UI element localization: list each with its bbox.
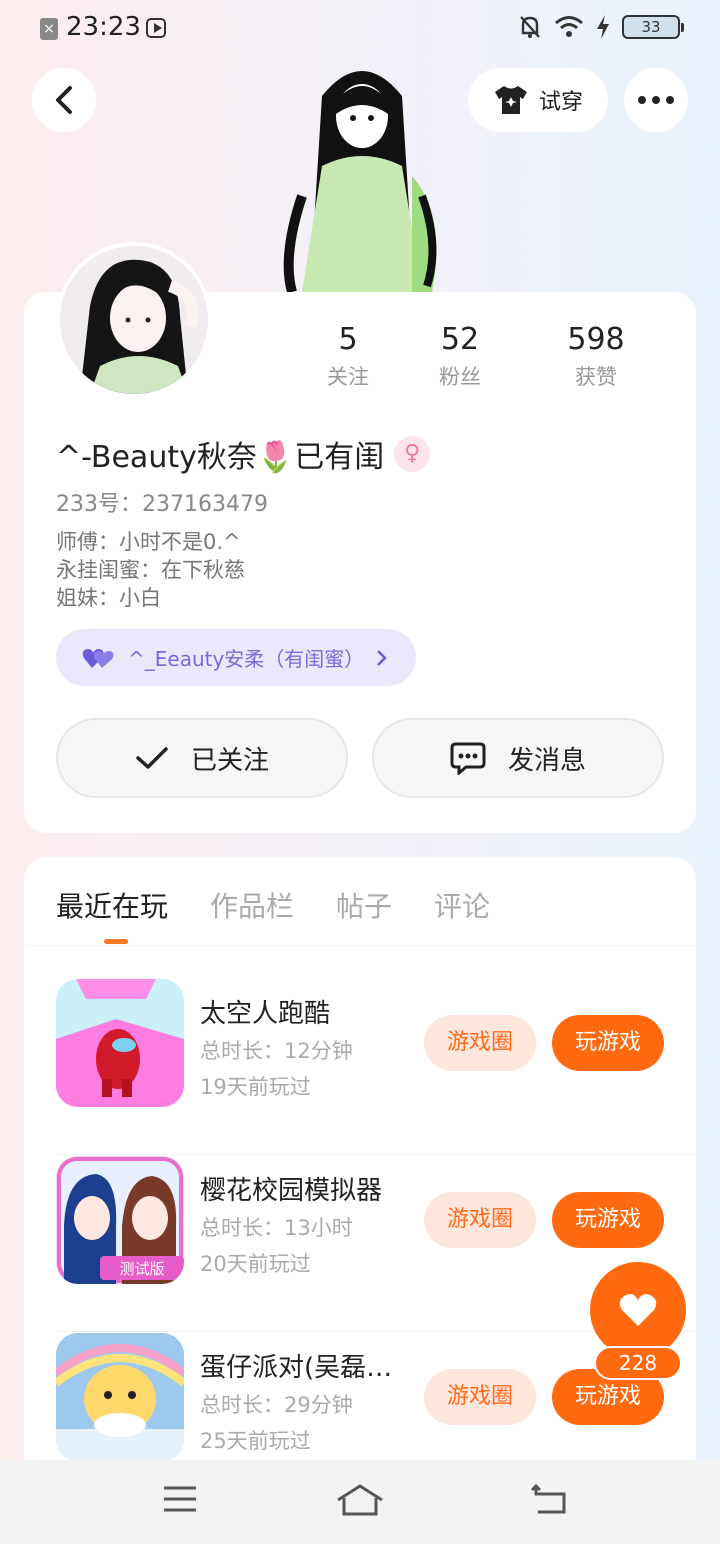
more-icon xyxy=(638,96,674,104)
gender-female-icon: ♀ xyxy=(394,436,431,472)
row-divider xyxy=(56,1154,696,1155)
notification-icon: × xyxy=(40,18,58,40)
send-message-button[interactable]: 发消息 xyxy=(372,718,664,798)
avatar-3d-figure xyxy=(283,71,437,294)
play-game-button[interactable]: 玩游戏 xyxy=(552,1015,664,1071)
following-count: 5 xyxy=(338,322,358,357)
fans-label: 粉丝 xyxy=(439,365,481,389)
menu-icon[interactable] xyxy=(162,1484,198,1514)
likes-label: 获赞 xyxy=(575,365,617,389)
game-duration: 总时长：29分钟 xyxy=(200,1393,353,1417)
game-circle-button[interactable]: 游戏圈 xyxy=(424,1369,536,1425)
stat-fans[interactable]: 52 粉丝 xyxy=(392,322,528,391)
likes-count: 598 xyxy=(567,322,625,357)
stat-likes[interactable]: 598 获赞 xyxy=(528,322,664,391)
back-nav-icon[interactable] xyxy=(530,1484,568,1516)
like-count: 228 xyxy=(594,1346,682,1380)
avatar[interactable] xyxy=(56,242,212,398)
tshirt-icon xyxy=(494,86,527,114)
game-name: 蛋仔派对(吴磊代言) xyxy=(200,1353,400,1383)
tab-posts[interactable]: 帖子 xyxy=(336,885,392,925)
status-time: 23:23 xyxy=(66,12,141,42)
tab-comments[interactable]: 评论 xyxy=(434,885,490,925)
try-on-button[interactable]: 试穿 xyxy=(468,68,608,132)
send-message-label: 发消息 xyxy=(507,745,586,776)
bio-line-bestie: 永挂闺蜜：在下秋慈 xyxy=(56,558,245,582)
tab-recently-played[interactable]: 最近在玩 xyxy=(56,885,168,925)
stat-following[interactable]: 5 关注 xyxy=(304,322,392,391)
following-label: 关注 xyxy=(327,365,369,389)
test-version-badge: 测试版 xyxy=(119,1260,164,1278)
heart-icon xyxy=(619,1294,657,1326)
system-nav-bar xyxy=(0,1460,720,1544)
game-circle-button[interactable]: 游戏圈 xyxy=(424,1015,536,1071)
game-circle-button[interactable]: 游戏圈 xyxy=(424,1192,536,1248)
back-button[interactable] xyxy=(32,68,96,132)
tab-divider xyxy=(24,945,696,946)
chevron-right-icon xyxy=(377,649,388,666)
bio-line-master: 师傅：小时不是0.^ xyxy=(56,530,241,554)
nickname: ^-Beauty秋奈🌷已有闺 ♀ xyxy=(56,432,431,476)
active-tab-indicator xyxy=(104,939,128,944)
battery-indicator: 33 xyxy=(622,15,684,39)
charging-icon xyxy=(597,15,609,39)
bio-line-sister: 姐妹：小白 xyxy=(56,586,161,610)
game-last-played: 25天前玩过 xyxy=(200,1429,311,1453)
double-heart-icon xyxy=(82,648,114,668)
avatar-image xyxy=(60,246,208,394)
chat-bubble-icon xyxy=(450,742,486,775)
game-icon-space-runner xyxy=(56,979,184,1107)
game-duration: 总时长：12分钟 xyxy=(200,1039,353,1063)
profile-tabs: 最近在玩 作品栏 帖子 评论 xyxy=(56,885,490,925)
status-bar: × 23:23 33 xyxy=(0,0,720,56)
wifi-icon xyxy=(555,16,583,37)
game-name: 太空人跑酷 xyxy=(200,999,331,1029)
followed-label: 已关注 xyxy=(190,745,269,776)
home-icon[interactable] xyxy=(336,1484,384,1518)
game-last-played: 19天前玩过 xyxy=(200,1075,311,1099)
game-icon-eggy-party xyxy=(56,1333,184,1461)
fans-count: 52 xyxy=(440,322,480,357)
check-icon xyxy=(136,747,168,769)
like-button[interactable] xyxy=(590,1262,686,1358)
bestie-label: ^_Eeauty安柔（有闺蜜） xyxy=(128,647,365,671)
game-name: 樱花校园模拟器 xyxy=(200,1176,383,1206)
followed-button[interactable]: 已关注 xyxy=(56,718,348,798)
game-icon-sakura-school: 测试版 xyxy=(56,1156,184,1284)
user-id: 233号：237163479 xyxy=(56,492,268,517)
games-card: 最近在玩 作品栏 帖子 评论 太空人跑酷 总时长：12分钟 19天前玩过 游戏圈… xyxy=(24,857,696,1544)
game-last-played: 20天前玩过 xyxy=(200,1252,311,1276)
mute-bell-icon xyxy=(520,16,540,38)
more-button[interactable] xyxy=(624,68,688,132)
tab-works[interactable]: 作品栏 xyxy=(210,885,294,925)
back-arrow-icon xyxy=(56,86,72,114)
game-row[interactable]: 太空人跑酷 总时长：12分钟 19天前玩过 游戏圈 玩游戏 xyxy=(56,979,696,1155)
try-on-label: 试穿 xyxy=(538,90,583,115)
bestie-chip[interactable]: ^_Eeauty安柔（有闺蜜） xyxy=(56,629,417,686)
game-duration: 总时长：13小时 xyxy=(200,1216,353,1240)
media-play-icon xyxy=(146,18,166,38)
nickname-text: ^-Beauty秋奈🌷已有闺 xyxy=(56,440,385,475)
bio: 师傅：小时不是0.^ 永挂闺蜜：在下秋慈 姐妹：小白 xyxy=(56,528,245,612)
profile-stats: 5 关注 52 粉丝 598 获赞 xyxy=(304,322,664,391)
play-game-button[interactable]: 玩游戏 xyxy=(552,1192,664,1248)
